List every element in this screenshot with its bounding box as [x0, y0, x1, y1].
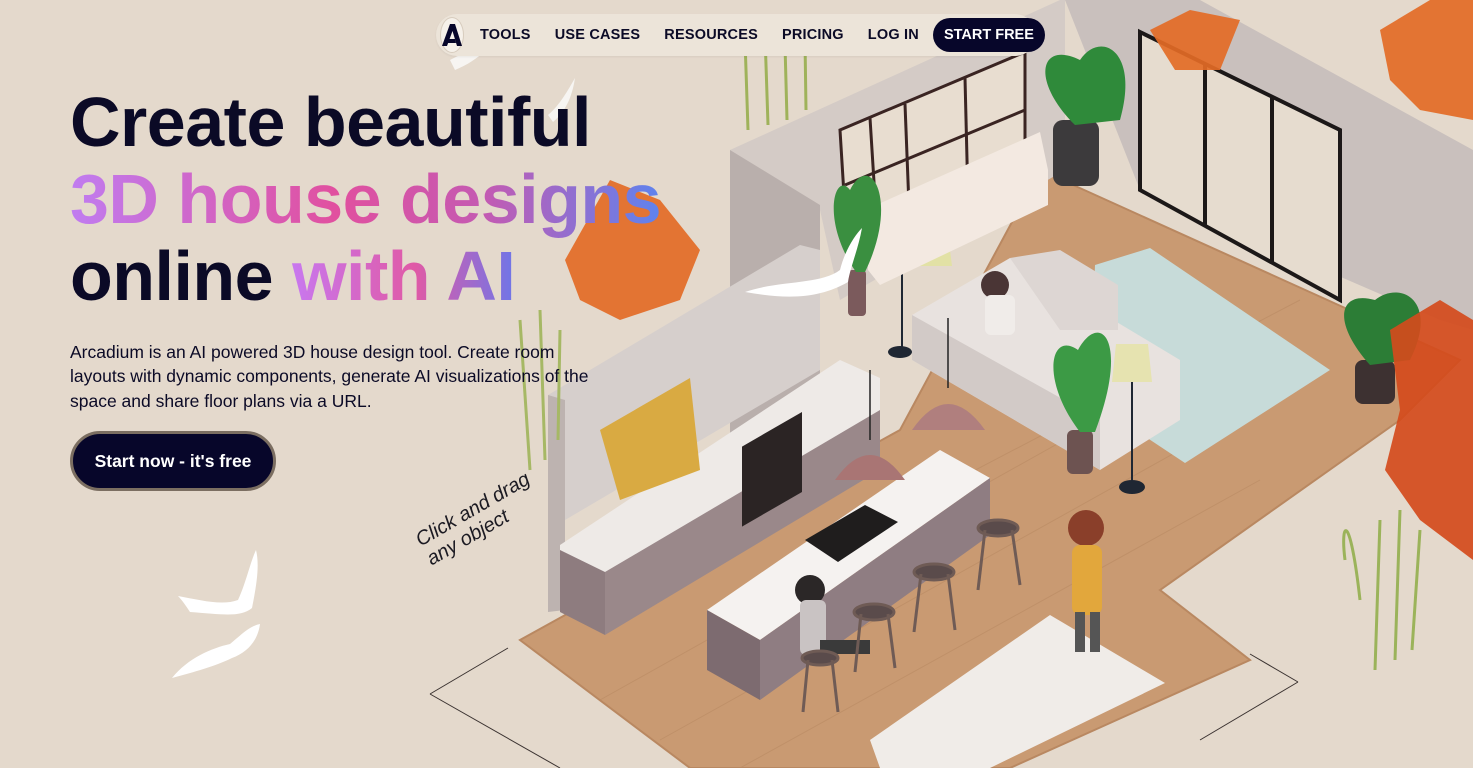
- nav-item-use-cases[interactable]: USE CASES: [555, 27, 641, 43]
- start-free-button[interactable]: START FREE: [932, 18, 1045, 52]
- top-navigation: TOOLS USE CASES RESOURCES PRICING LOG IN…: [436, 14, 1045, 56]
- hero: Create beautiful 3D house designs online…: [70, 83, 662, 315]
- headline-line-1: Create beautiful: [70, 83, 592, 161]
- headline-line-3: online: [70, 237, 293, 315]
- start-now-button[interactable]: Start now - it's free: [70, 431, 276, 491]
- nav-item-log-in[interactable]: LOG IN: [868, 27, 919, 43]
- headline-line-2: 3D house designs: [70, 160, 662, 238]
- logo-button[interactable]: [440, 17, 464, 53]
- hero-headline: Create beautiful 3D house designs online…: [70, 83, 662, 315]
- hero-description: Arcadium is an AI powered 3D house desig…: [70, 341, 589, 411]
- bird-icon: [172, 550, 260, 678]
- headline-accent: with AI: [292, 237, 516, 315]
- nav-item-resources[interactable]: RESOURCES: [664, 27, 758, 43]
- nav-item-pricing[interactable]: PRICING: [782, 27, 844, 43]
- nav-item-tools[interactable]: TOOLS: [480, 27, 531, 43]
- arcadium-logo-icon: [442, 24, 462, 46]
